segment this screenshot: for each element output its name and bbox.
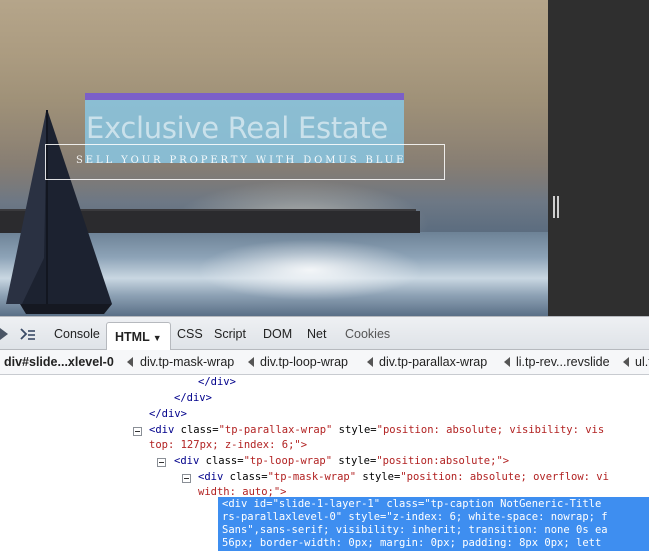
breadcrumb: div#slide...xlevel-0 div.tp-mask-wrap di… [0,350,649,375]
selected-node-line: 56px; border-width: 0px; margin: 0px; pa… [222,537,602,549]
side-panel [548,0,649,316]
sea-reflection [200,240,420,300]
tab-net[interactable]: Net [307,327,326,345]
chevron-down-icon[interactable]: ▼ [153,333,162,343]
chevron-left-icon [504,357,510,367]
breadcrumb-item[interactable]: li.tp-rev...revslide [516,355,610,369]
hero-slide: Exclusive Real Estate SELL YOUR PROPERTY… [0,0,548,316]
tab-console[interactable]: Console [54,327,100,345]
html-tree-panel: </div> </div> </div> <div class="tp-para… [0,375,649,551]
tree-node-closing[interactable]: </div> [198,375,236,390]
tab-script[interactable]: Script [214,327,246,345]
collapse-toggle-icon[interactable] [157,458,166,467]
tab-html-label: HTML [115,330,150,344]
collapse-toggle-icon[interactable] [133,427,142,436]
tree-node-mask-wrap[interactable]: <div class="tp-mask-wrap" style="positio… [198,470,609,485]
tab-dom[interactable]: DOM [263,327,292,345]
resize-handle[interactable] [553,196,559,218]
tab-css[interactable]: CSS [177,327,203,345]
tree-node-closing[interactable]: </div> [174,391,212,406]
slide-subtitle: SELL YOUR PROPERTY WITH DOMUS BLUE [76,155,407,166]
collapse-toggle-icon[interactable] [182,474,191,483]
devtools-toolbar: Console HTML ▼ CSS Script DOM Net Cookies [0,316,649,352]
breadcrumb-item[interactable]: div#slide...xlevel-0 [4,355,114,369]
tree-node-closing[interactable]: </div> [149,407,187,422]
tab-html[interactable]: HTML ▼ [106,322,171,352]
chevron-left-icon [623,357,629,367]
breadcrumb-item[interactable]: ul.t [635,355,649,369]
chevron-left-icon [127,357,133,367]
breadcrumb-item[interactable]: div.tp-loop-wrap [260,355,348,369]
chevron-left-icon [248,357,254,367]
tree-node-loop-wrap[interactable]: <div class="tp-loop-wrap" style="positio… [174,454,509,469]
selected-tree-node[interactable]: <div id="slide-1-layer-1" class="tp-capt… [218,497,649,551]
tab-cookies[interactable]: Cookies [345,327,390,345]
tree-node-continuation: top: 127px; z-index: 6;"> [149,439,308,451]
command-line-icon[interactable] [18,325,36,343]
breadcrumb-item[interactable]: div.tp-parallax-wrap [379,355,487,369]
page-viewport: Exclusive Real Estate SELL YOUR PROPERTY… [0,0,649,316]
inspect-icon[interactable] [0,325,14,343]
tree-node-parallax-wrap[interactable]: <div class="tp-parallax-wrap" style="pos… [149,423,604,438]
chevron-left-icon [367,357,373,367]
breadcrumb-item[interactable]: div.tp-mask-wrap [140,355,234,369]
